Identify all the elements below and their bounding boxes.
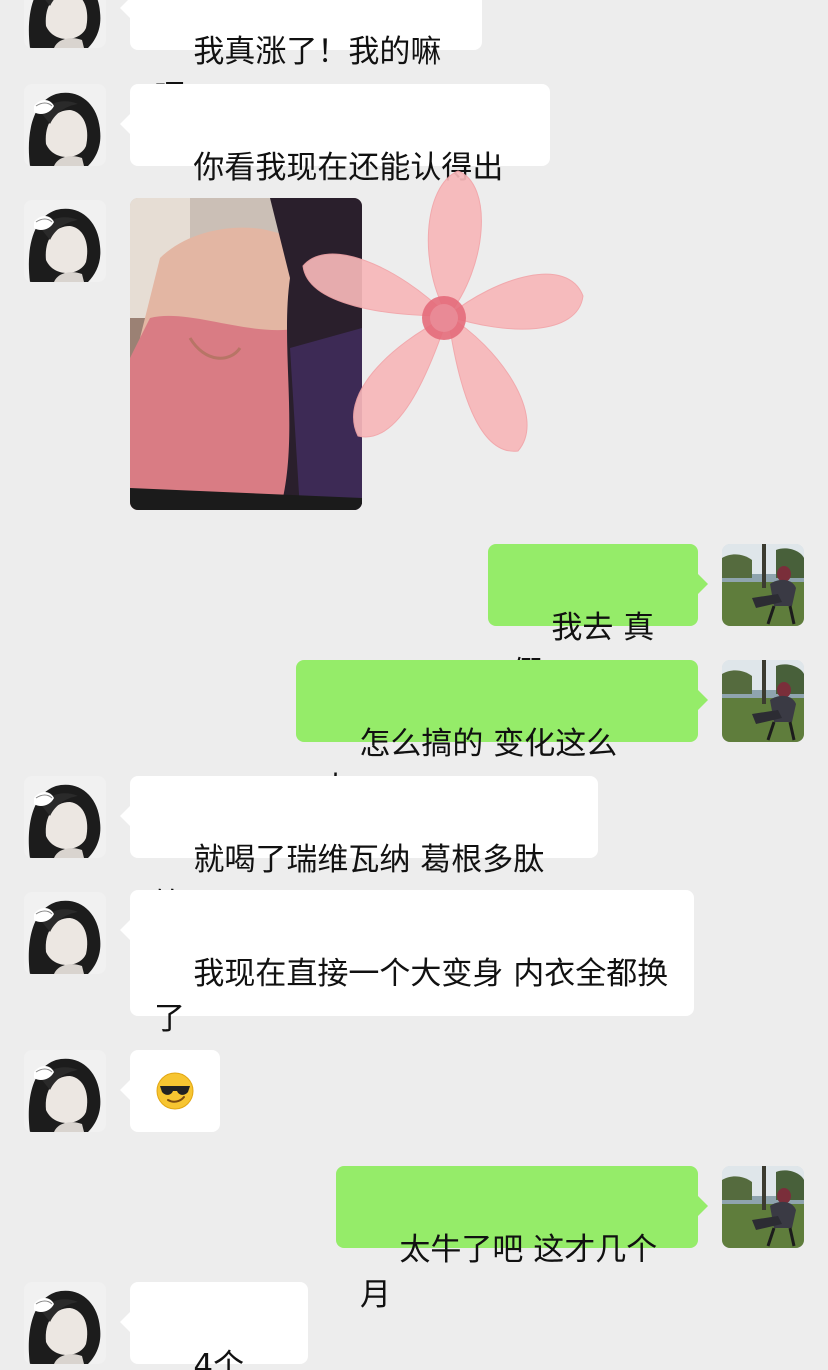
contact-avatar[interactable] bbox=[24, 200, 106, 282]
contact-avatar-image bbox=[24, 776, 106, 858]
image-message[interactable] bbox=[130, 198, 362, 510]
user-avatar[interactable] bbox=[722, 1166, 804, 1248]
user-avatar-image bbox=[722, 1166, 804, 1248]
contact-avatar[interactable] bbox=[24, 0, 106, 48]
message-bubble-incoming[interactable]: 你看我现在还能认得出吗 bbox=[120, 84, 550, 231]
message-bubble-outgoing[interactable]: 怎么搞的 变化这么大?? bbox=[296, 660, 708, 807]
contact-avatar-image bbox=[24, 892, 106, 974]
user-avatar-image bbox=[722, 544, 804, 626]
message-bubble-incoming[interactable]: 😎 bbox=[120, 1050, 220, 1132]
message-bubble-incoming[interactable]: 我真涨了！我的嘛呀 bbox=[120, 0, 482, 115]
photo-image bbox=[130, 198, 362, 510]
contact-avatar-image bbox=[24, 0, 106, 48]
contact-avatar[interactable] bbox=[24, 1282, 106, 1364]
contact-avatar[interactable] bbox=[24, 1050, 106, 1132]
message-bubble-incoming[interactable]: 就喝了瑞维瓦纳 葛根多肽饮 bbox=[120, 776, 598, 923]
contact-avatar[interactable] bbox=[24, 776, 106, 858]
message-bubble-outgoing[interactable]: 太牛了吧 这才几个月 bbox=[336, 1166, 708, 1313]
message-bubble-incoming[interactable]: 我现在直接一个大变身 内衣全都换 了 bbox=[120, 890, 694, 1037]
contact-avatar[interactable] bbox=[24, 84, 106, 166]
message-text: 我现在直接一个大变身 内衣全都换 了 bbox=[154, 956, 669, 1037]
message-text: 太牛了吧 这才几个月 bbox=[360, 1232, 658, 1313]
message-text: 4个月!! bbox=[193, 1348, 245, 1370]
sunglasses-emoji-icon bbox=[156, 1072, 194, 1110]
contact-avatar-image bbox=[24, 200, 106, 282]
chat-view[interactable]: 我真涨了！我的嘛呀 你看我现在还能认得出吗 bbox=[0, 0, 828, 1370]
message-bubble-incoming[interactable]: 4个月!! bbox=[120, 1282, 308, 1370]
user-avatar[interactable] bbox=[722, 660, 804, 742]
contact-avatar-image bbox=[24, 84, 106, 166]
message-bubble-outgoing[interactable]: 我去 真假? bbox=[488, 544, 708, 691]
contact-avatar-image bbox=[24, 1282, 106, 1364]
contact-avatar[interactable] bbox=[24, 892, 106, 974]
user-avatar-image bbox=[722, 660, 804, 742]
user-avatar[interactable] bbox=[722, 544, 804, 626]
contact-avatar-image bbox=[24, 1050, 106, 1132]
